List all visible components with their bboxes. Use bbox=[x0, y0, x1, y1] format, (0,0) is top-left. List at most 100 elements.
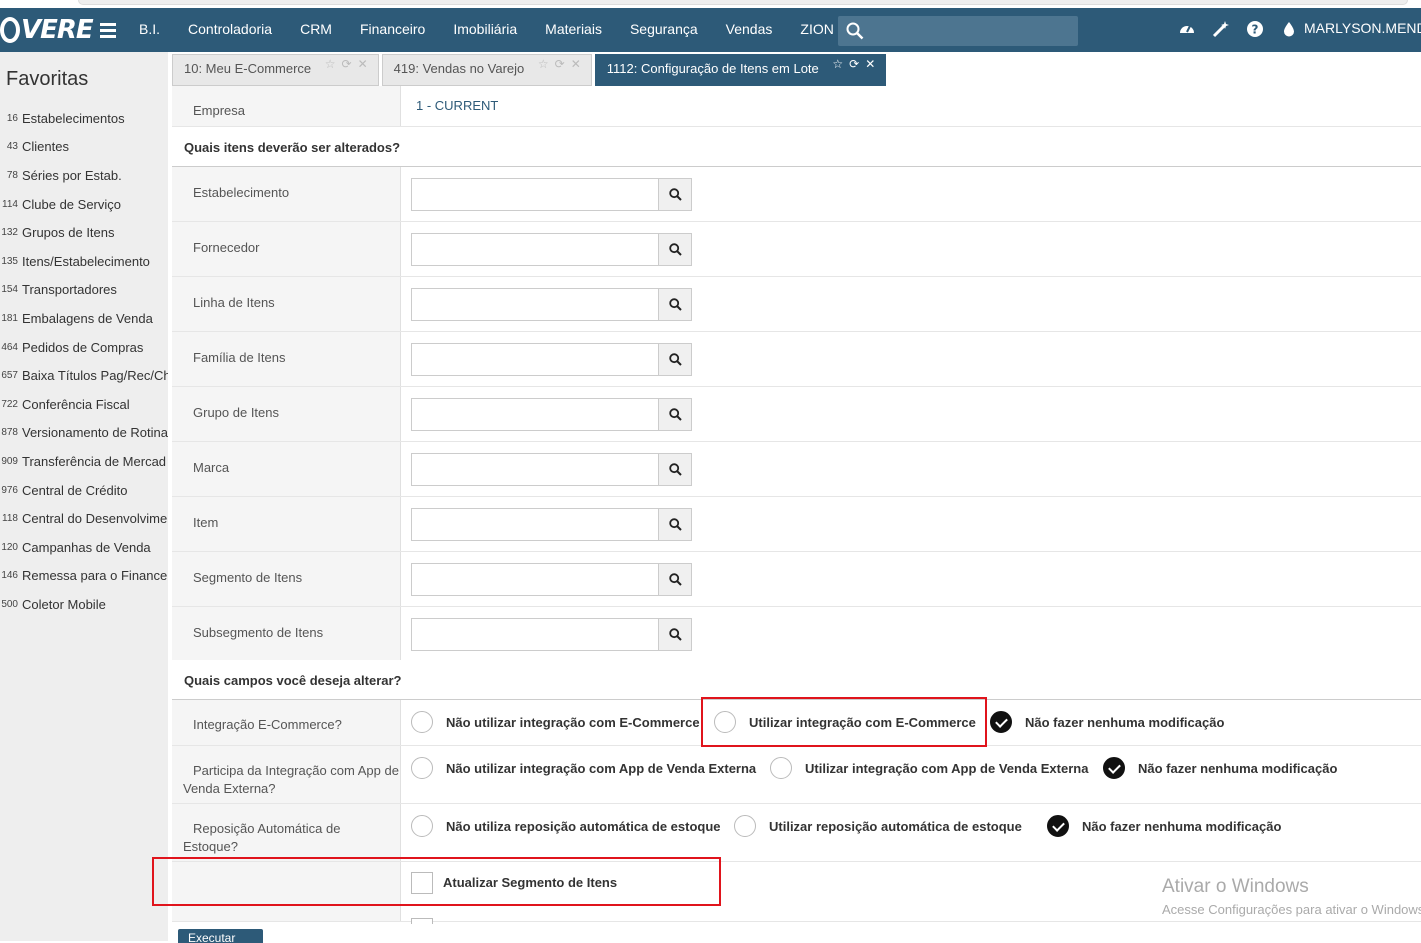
search-input[interactable] bbox=[870, 19, 1070, 43]
next-checkbox-partial[interactable] bbox=[411, 918, 433, 924]
search-icon bbox=[669, 628, 682, 641]
star-icon[interactable]: ☆ bbox=[538, 57, 549, 71]
lookup-input[interactable] bbox=[412, 564, 658, 595]
sidebar-item[interactable]: 146 Remessa para o Finance bbox=[0, 562, 168, 591]
sidebar-item[interactable]: 16 Estabelecimentos bbox=[0, 104, 168, 133]
close-icon[interactable]: ✕ bbox=[358, 57, 368, 71]
refresh-icon[interactable]: ⟳ bbox=[849, 57, 859, 71]
radio-utilizar-ecommerce[interactable]: Utilizar integração com E-Commerce bbox=[714, 711, 990, 733]
user-menu[interactable]: MARLYSON.MENDE bbox=[1304, 20, 1421, 36]
lookup-field bbox=[411, 563, 692, 596]
lookup-input[interactable] bbox=[412, 234, 658, 265]
sidebar-item[interactable]: 722 Conferência Fiscal bbox=[0, 390, 168, 419]
lookup-input[interactable] bbox=[412, 509, 658, 540]
lookup-input[interactable] bbox=[412, 289, 658, 320]
filter-label: Item bbox=[193, 515, 219, 530]
main-menu: B.I. Controladoria CRM Financeiro Imobil… bbox=[125, 8, 848, 52]
star-icon[interactable]: ☆ bbox=[325, 57, 336, 71]
lookup-field bbox=[411, 618, 692, 651]
atualizar-segmento-checkbox[interactable] bbox=[411, 872, 433, 894]
radio-nao-modificar-app[interactable]: Não fazer nenhuma modificação bbox=[1103, 757, 1337, 779]
sidebar-item-label: Clientes bbox=[22, 139, 69, 155]
refresh-icon[interactable]: ⟳ bbox=[555, 57, 565, 71]
nav-item-controladoria[interactable]: Controladoria bbox=[174, 8, 286, 52]
filter-label-cell: Família de Itens bbox=[172, 332, 401, 386]
star-icon[interactable]: ☆ bbox=[832, 57, 843, 71]
tab-vendas-varejo[interactable]: 419: Vendas no Varejo ☆ ⟳ ✕ bbox=[381, 54, 592, 86]
lookup-search-button[interactable] bbox=[658, 344, 691, 375]
lookup-field bbox=[411, 453, 692, 486]
help-icon[interactable]: ? bbox=[1246, 20, 1266, 40]
radio-utilizar-app[interactable]: Utilizar integração com App de Venda Ext… bbox=[770, 757, 1103, 779]
sidebar-item-code: 43 bbox=[6, 141, 18, 153]
nav-item-materiais[interactable]: Materiais bbox=[531, 8, 616, 52]
lookup-search-button[interactable] bbox=[658, 234, 691, 265]
tab-configuracao-itens-lote[interactable]: 1112: Configuração de Itens em Lote ☆ ⟳ ✕ bbox=[594, 54, 887, 86]
dashboard-icon[interactable] bbox=[1178, 20, 1198, 40]
sidebar-item[interactable]: 181 Embalagens de Venda bbox=[0, 304, 168, 333]
lookup-search-button[interactable] bbox=[658, 564, 691, 595]
svg-text:?: ? bbox=[1252, 23, 1259, 37]
lookup-search-button[interactable] bbox=[658, 619, 691, 650]
nav-item-imobiliaria[interactable]: Imobiliária bbox=[439, 8, 531, 52]
close-icon[interactable]: ✕ bbox=[865, 57, 875, 71]
sidebar-item[interactable]: 464 Pedidos de Compras bbox=[0, 333, 168, 362]
nav-item-crm[interactable]: CRM bbox=[286, 8, 346, 52]
radio-nao-modificar-reposicao[interactable]: Não fazer nenhuma modificação bbox=[1047, 815, 1281, 837]
radio-nao-modificar-ecommerce[interactable]: Não fazer nenhuma modificação bbox=[990, 711, 1224, 733]
radio-utilizar-reposicao[interactable]: Utilizar reposição automática de estoque bbox=[734, 815, 1047, 837]
lookup-search-button[interactable] bbox=[658, 509, 691, 540]
sidebar-item[interactable]: 132 Grupos de Itens bbox=[0, 218, 168, 247]
nav-item-vendas[interactable]: Vendas bbox=[712, 8, 787, 52]
lookup-input[interactable] bbox=[412, 454, 658, 485]
filter-label-cell: Segmento de Itens bbox=[172, 552, 401, 606]
sidebar-item-label: Grupos de Itens bbox=[22, 225, 115, 241]
close-icon[interactable]: ✕ bbox=[571, 57, 581, 71]
lookup-search-button[interactable] bbox=[658, 454, 691, 485]
sidebar-item[interactable]: 500 Coletor Mobile bbox=[0, 590, 168, 619]
nav-item-seguranca[interactable]: Segurança bbox=[616, 8, 712, 52]
filter-label-cell: Estabelecimento bbox=[172, 167, 401, 221]
atualizar-segmento-label[interactable]: Atualizar Segmento de Itens bbox=[443, 875, 617, 890]
radio-nao-utilizar-ecommerce[interactable]: Não utilizar integração com E-Commerce bbox=[411, 711, 714, 733]
magic-wand-icon[interactable] bbox=[1212, 20, 1232, 40]
nav-item-bi[interactable]: B.I. bbox=[125, 8, 174, 52]
lookup-search-button[interactable] bbox=[658, 289, 691, 320]
radio-nao-utiliza-reposicao[interactable]: Não utiliza reposição automática de esto… bbox=[411, 815, 734, 837]
sidebar-item-code: 500 bbox=[1, 598, 18, 610]
theme-drop-icon[interactable] bbox=[1280, 20, 1300, 40]
field-label: Estoque? bbox=[183, 839, 238, 854]
lookup-input[interactable] bbox=[412, 399, 658, 430]
sidebar-item[interactable]: 114 Clube de Serviço bbox=[0, 190, 168, 219]
lookup-input[interactable] bbox=[412, 179, 658, 210]
sidebar-item[interactable]: 43 Clientes bbox=[0, 133, 168, 162]
nav-item-financeiro[interactable]: Financeiro bbox=[346, 8, 439, 52]
filter-row: Marca bbox=[172, 442, 1421, 497]
watermark-subtitle: Acesse Configurações para ativar o Windo… bbox=[1162, 902, 1421, 917]
radio-circle bbox=[411, 711, 433, 733]
integracao-app-options: Não utilizar integração com App de Venda… bbox=[411, 757, 1337, 779]
lookup-search-button[interactable] bbox=[658, 179, 691, 210]
sidebar-item[interactable]: 878 Versionamento de Rotina bbox=[0, 419, 168, 448]
sidebar-item[interactable]: 909 Transferência de Mercad bbox=[0, 447, 168, 476]
sidebar-item[interactable]: 118 Central do Desenvolvime bbox=[0, 504, 168, 533]
sidebar-item[interactable]: 78 Séries por Estab. bbox=[0, 161, 168, 190]
search-icon bbox=[669, 353, 682, 366]
app-logo[interactable]: VERE bbox=[0, 15, 94, 45]
sidebar-item-label: Remessa para o Finance bbox=[22, 568, 168, 584]
radio-label: Não utilizar integração com E-Commerce bbox=[446, 714, 700, 730]
sidebar-item[interactable]: 976 Central de Crédito bbox=[0, 476, 168, 505]
tab-meu-ecommerce[interactable]: 10: Meu E-Commerce ☆ ⟳ ✕ bbox=[172, 54, 379, 86]
hamburger-menu-icon[interactable] bbox=[100, 20, 116, 40]
lookup-search-button[interactable] bbox=[658, 399, 691, 430]
refresh-icon[interactable]: ⟳ bbox=[342, 57, 352, 71]
radio-nao-utilizar-app[interactable]: Não utilizar integração com App de Venda… bbox=[411, 757, 770, 779]
sidebar-item[interactable]: 657 Baixa Títulos Pag/Rec/Ch bbox=[0, 361, 168, 390]
sidebar-item-label: Estabelecimentos bbox=[22, 110, 125, 126]
lookup-input[interactable] bbox=[412, 344, 658, 375]
filter-row: Estabelecimento bbox=[172, 167, 1421, 222]
sidebar-item[interactable]: 154 Transportadores bbox=[0, 276, 168, 305]
sidebar-item[interactable]: 120 Campanhas de Venda bbox=[0, 533, 168, 562]
lookup-input[interactable] bbox=[412, 619, 658, 650]
sidebar-item[interactable]: 135 Itens/Estabelecimento bbox=[0, 247, 168, 276]
